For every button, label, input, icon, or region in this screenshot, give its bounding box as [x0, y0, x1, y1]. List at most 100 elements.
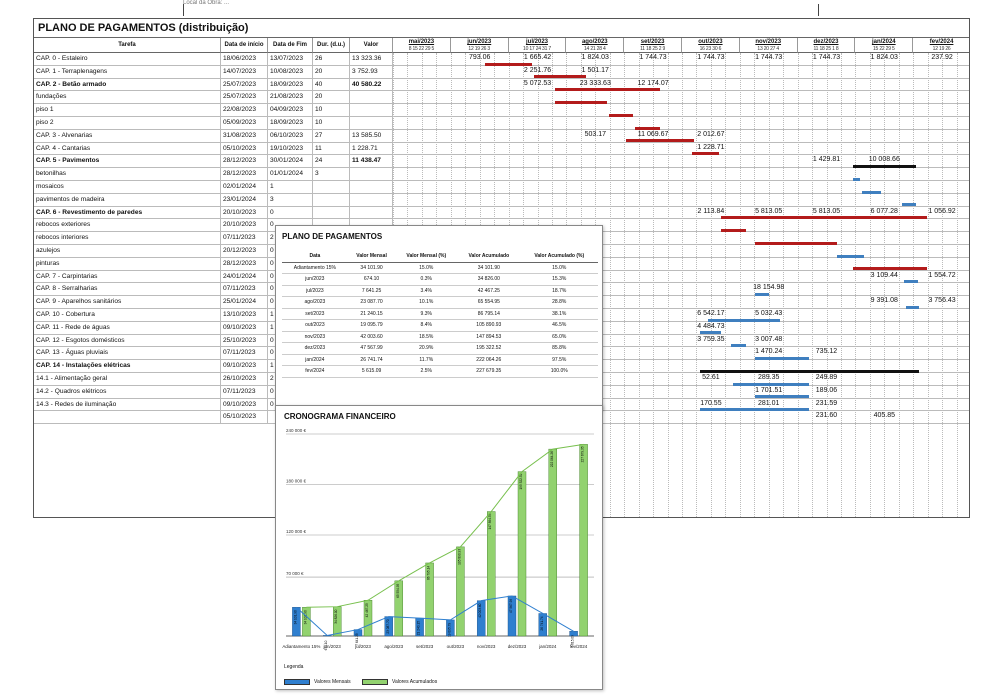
gantt-bar [730, 344, 746, 348]
cell-value [350, 168, 393, 180]
table-cell: 100.0% [520, 365, 598, 378]
cell-end: 06/10/2023 [268, 129, 313, 142]
table-cell: 222 064.26 [457, 354, 521, 366]
cell-end: 18/09/2023 [268, 78, 313, 91]
monthly-value: 1 429.81 [812, 156, 841, 164]
cell-start: 07/11/2023 [221, 232, 268, 244]
monthly-value: 5 813.05 [812, 207, 841, 215]
monthly-value: 1 470.24 [755, 348, 783, 356]
gantt-bar [635, 126, 661, 130]
grid-line [913, 53, 915, 517]
x-tick-label: jan/2024 [538, 644, 557, 649]
cell-value: 13 323.36 [350, 53, 393, 65]
cell-start: 07/11/2023 [221, 283, 268, 296]
grid-line [624, 53, 626, 517]
gantt-bar [906, 305, 920, 309]
cell-end: 0 [268, 206, 313, 219]
cell-start: 25/07/2023 [221, 78, 268, 91]
table-cell: Adiantamento 15% [282, 262, 348, 274]
column-header: Valor Acumulado [457, 250, 521, 263]
gantt-bar [837, 254, 865, 258]
cell-end: 18/09/2023 [268, 117, 313, 129]
grid-line [609, 53, 611, 517]
cell-start: 20/12/2023 [221, 245, 268, 257]
table-cell: 2.5% [395, 365, 458, 378]
cell-end: 10/08/2023 [268, 65, 313, 78]
grid-line [653, 53, 655, 517]
month-days: 12 19 26 [932, 46, 951, 52]
monthly-value: 793.06 [468, 54, 491, 61]
cell-start: 31/08/2023 [221, 129, 268, 142]
monthly-value: 237.92 [931, 54, 953, 61]
table-row: piso 1 22/08/2023 04/09/2023 10 [34, 104, 969, 117]
financial-chart: 240 000 € 180 000 € 120 000 € 70 000 € 34 10… [282, 428, 594, 650]
gantt-bar [721, 228, 746, 232]
table-row: jan/2024 26 741.74 11.7% 222 064.26 97.5% [282, 354, 598, 366]
table-cell: 21 240.15 [347, 308, 396, 320]
gantt-bar [852, 177, 861, 181]
monthly-value: 1 665.42 [523, 54, 552, 61]
monthly-value: 1 824.03 [581, 54, 609, 61]
y-tick-label: 240 000 € [286, 428, 307, 433]
monthly-value: 1 744.73 [639, 54, 667, 61]
monthly-value: 2 113.84 [697, 207, 725, 215]
table-cell: jun/2023 [282, 273, 348, 286]
grid-line [682, 53, 683, 517]
cell-task: fundações [34, 91, 221, 104]
bar-label-monthly: 42 003.60 [478, 603, 482, 617]
cell-start: 05/10/2023 [221, 411, 268, 424]
gantt-bar [721, 216, 928, 220]
legend-label-monthly: Valores Mensais [314, 679, 351, 685]
monthly-value: 1 701.51 [755, 386, 783, 394]
cell-task: CAP. 8 - Serralharias [34, 283, 221, 296]
cell-task: CAP. 12 - Esgotos domésticos [34, 334, 221, 347]
table-row: CAP. 4 - Cantarias 05/10/2023 19/10/2023 11… [34, 142, 969, 156]
cell-start: 07/11/2023 [221, 347, 268, 360]
cell-start: 07/11/2023 [221, 385, 268, 398]
month-header: dez/2023 11 18 25 1 8 [797, 38, 856, 53]
month-header: set/2023 11 18 25 2 9 [624, 38, 682, 53]
cell-start: 05/09/2023 [221, 117, 268, 129]
table-cell: 15.0% [395, 262, 458, 274]
month-name: mai/2023 [408, 39, 435, 45]
legend-swatch-accumulated [362, 679, 388, 685]
financial-chart-panel: 240 000 € 180 000 € 120 000 € 70 000 € 34 10… [275, 405, 603, 690]
header-duration: Dur. (d.u.) [313, 38, 350, 53]
month-header: fev/2024 12 19 26 [913, 38, 969, 53]
cell-task: CAP. 3 - Alvenarias [34, 129, 221, 142]
cell-dur [313, 181, 350, 193]
cell-task: CAP. 7 - Carpintarias [34, 270, 221, 283]
table-cell: 11.7% [395, 354, 458, 366]
monthly-value: 1 056.92 [928, 207, 956, 215]
grid-line [797, 53, 799, 517]
bar-accumulated [517, 471, 527, 637]
cell-task: 14.3 - Redes de iluminação [34, 398, 221, 411]
gantt-bar [755, 356, 809, 360]
cell-task: CAP. 2 - Betão armado [34, 78, 221, 91]
grid-line [710, 53, 712, 517]
gantt-bar [608, 113, 634, 117]
bar-label-accumulated: 86 795.14 [427, 566, 431, 580]
monthly-value: 2 012.67 [697, 130, 725, 138]
column-header: Valor Mensal [347, 250, 396, 263]
table-row: nov/2023 42 003.60 18.5% 147 894.53 65.0% [282, 331, 598, 343]
monthly-value: 503.17 [584, 130, 606, 138]
table-row: fev/2024 5 615.09 2.5% 227 679.35 100.0% [282, 365, 598, 378]
cell-end: 13/07/2023 [268, 53, 313, 65]
cell-task: piso 2 [34, 117, 221, 129]
bar-label-monthly: 47 567.99 [509, 599, 513, 613]
monthly-value: 1 824.03 [870, 54, 898, 61]
month-days: 10 17 24 31 7 [523, 46, 551, 52]
gantt-bar [852, 267, 928, 271]
cell-dur: 20 [313, 91, 350, 104]
monthly-value: 6 077.28 [870, 207, 898, 215]
grid-line [638, 53, 640, 517]
monthly-value: 11 069.67 [637, 130, 669, 138]
bar-label-monthly: 26 741.74 [540, 616, 544, 630]
table-cell: dez/2023 [282, 342, 348, 355]
x-tick-label: Adiantamento 15% [282, 644, 320, 649]
table-row: out/2023 19 095.79 8.4% 105 890.93 46.5% [282, 319, 598, 332]
column-header: Valor Acumulado (%) [520, 250, 598, 263]
header-value: Valor [350, 38, 393, 53]
cell-value: 11 438.47 [350, 155, 393, 168]
